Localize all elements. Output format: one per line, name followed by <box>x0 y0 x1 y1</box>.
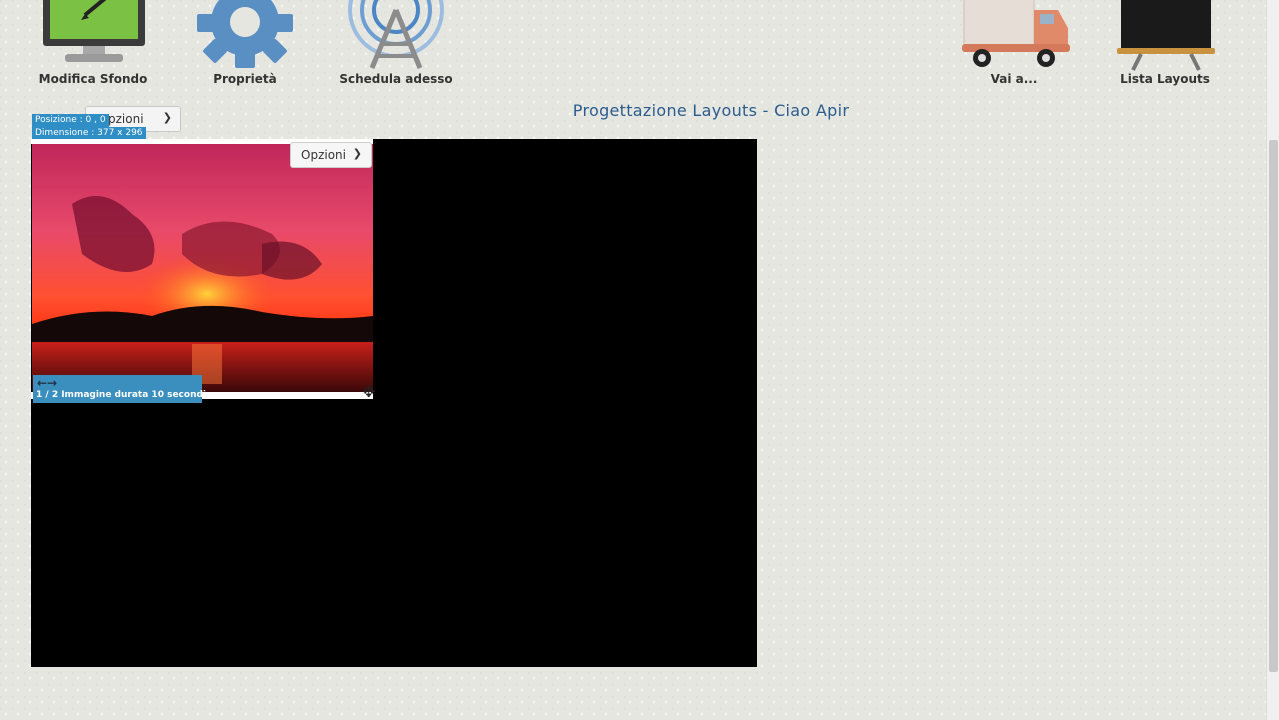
caption-text: 1 / 2 Immagine durata 10 secondi <box>36 390 207 400</box>
chevron-down-icon: ❯ <box>352 147 362 160</box>
antenna-tower-icon <box>348 0 444 69</box>
page-title: Progettazione Layouts - Ciao Apir <box>572 101 850 120</box>
modifica-sfondo-label: Modifica Sfondo <box>38 72 148 86</box>
proprieta-label: Proprietà <box>213 72 277 86</box>
resize-handle-icon[interactable]: ✥ <box>362 382 375 401</box>
vai-a-label: Vai a... <box>990 72 1038 86</box>
region-options-label: Opzioni <box>301 148 346 162</box>
blackboard-icon <box>1117 0 1215 71</box>
layout-options-label: pzioni <box>108 112 144 126</box>
gear-icon <box>197 0 293 68</box>
media-region[interactable] <box>31 139 373 399</box>
region-options-button[interactable]: Opzioni ❯ <box>290 142 372 168</box>
nav-arrows-icon[interactable]: ←→ <box>37 376 57 390</box>
region-caption: ←→ 1 / 2 Immagine durata 10 secondi <box>33 375 206 403</box>
lista-layouts-label: Lista Layouts <box>1120 72 1210 86</box>
truck-icon <box>962 0 1070 67</box>
sunset-image <box>32 144 373 392</box>
monitor-edit-icon <box>43 0 145 62</box>
position-badge: Posizione : 0 , 0 <box>32 114 109 127</box>
vertical-scrollbar[interactable] <box>1266 0 1279 720</box>
chevron-down-icon: ❯ <box>162 111 172 124</box>
schedula-adesso-label: Schedula adesso <box>339 72 453 86</box>
scrollbar-thumb[interactable] <box>1269 140 1278 672</box>
